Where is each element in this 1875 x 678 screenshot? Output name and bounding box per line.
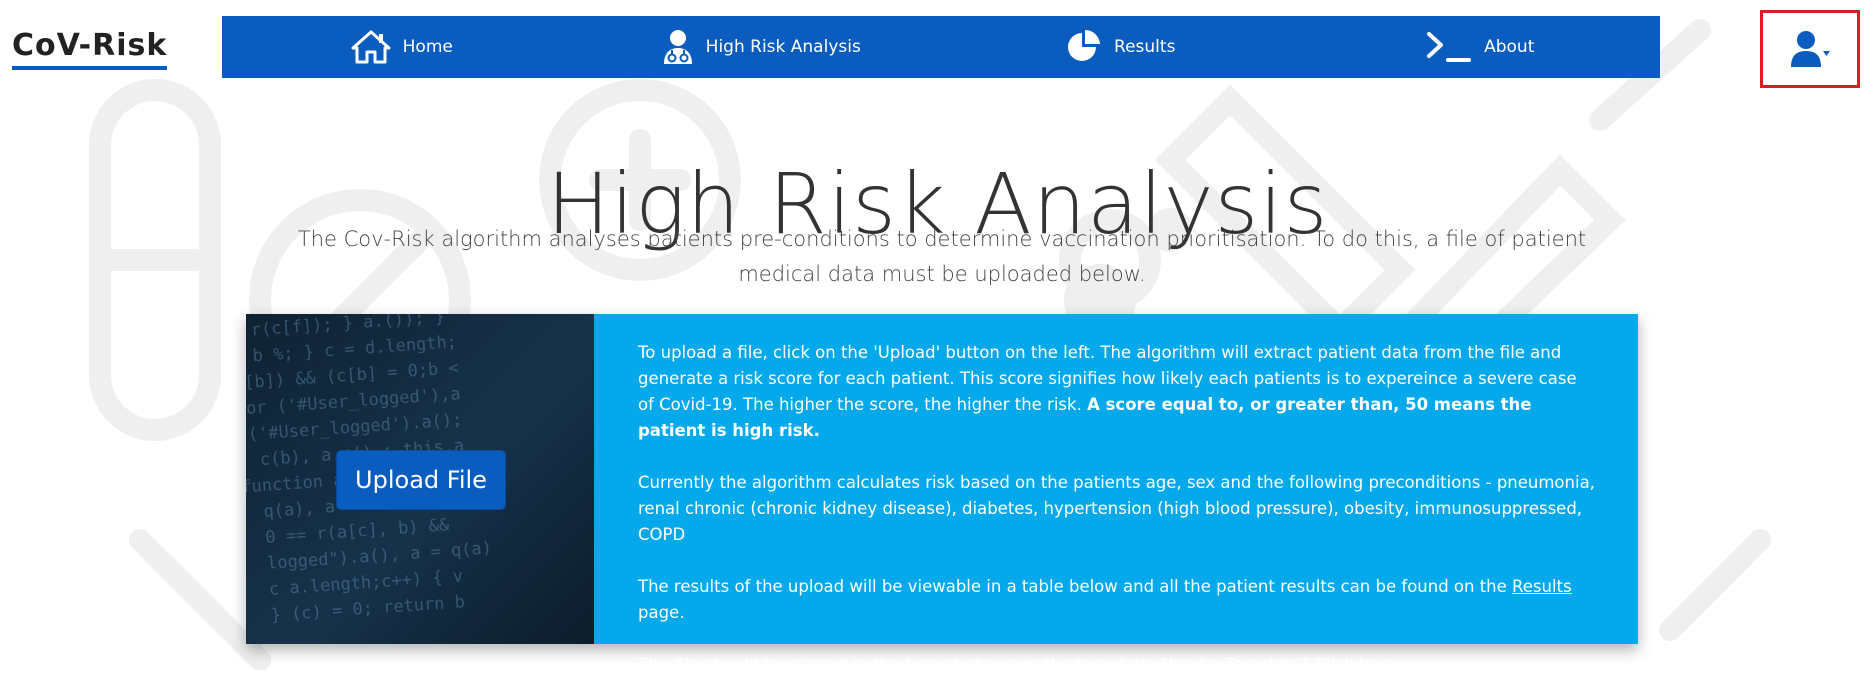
upload-file-button[interactable]: Upload File — [336, 450, 506, 510]
nav-item-high-risk-analysis[interactable]: High Risk Analysis — [582, 29, 942, 65]
nav-label-high-risk-analysis: High Risk Analysis — [705, 37, 861, 57]
instructions-paragraph-1: To upload a file, click on the 'Upload' … — [638, 340, 1596, 444]
caret-down-icon — [1823, 51, 1830, 56]
nav-label-results: Results — [1114, 37, 1176, 57]
profile-menu-button[interactable] — [1760, 10, 1860, 88]
nav-item-home[interactable]: Home — [222, 30, 582, 64]
user-icon — [1791, 31, 1830, 67]
terminal-icon — [1427, 32, 1472, 62]
upload-panel: r(c[f]); } a.()); } } b %; } c = d.lengt… — [246, 314, 1638, 674]
template-download-link[interactable]: Click here — [1314, 655, 1396, 674]
nav-label-about: About — [1484, 37, 1535, 57]
instructions-paragraph-4: The file should be a '.csv' in the forma… — [638, 652, 1596, 678]
pie-chart-icon — [1068, 29, 1101, 61]
home-icon — [351, 30, 391, 64]
instructions-text-3b: page. — [638, 603, 685, 622]
instructions-paragraph-3: The results of the upload will be viewab… — [638, 574, 1596, 626]
nav-item-results[interactable]: Results — [941, 29, 1301, 65]
code-image-area: r(c[f]); } a.()); } } b %; } c = d.lengt… — [246, 314, 594, 644]
nav-item-about[interactable]: About — [1301, 30, 1661, 64]
doctor-icon — [663, 30, 692, 64]
instructions-panel: To upload a file, click on the 'Upload' … — [594, 314, 1638, 674]
main-navbar: Home High Risk Analysis Results About — [222, 16, 1660, 78]
brand-logo[interactable]: CoV-Risk — [12, 28, 168, 70]
results-page-link[interactable]: Results — [1512, 577, 1572, 596]
nav-label-home: Home — [402, 37, 453, 57]
instructions-text-4: The file should be a '.csv' in the forma… — [638, 655, 1315, 674]
intro-text: The Cov-Risk algorithm analyses patients… — [297, 227, 1587, 286]
instructions-paragraph-2: Currently the algorithm calculates risk … — [638, 473, 1595, 544]
instructions-text-3a: The results of the upload will be viewab… — [638, 577, 1513, 596]
